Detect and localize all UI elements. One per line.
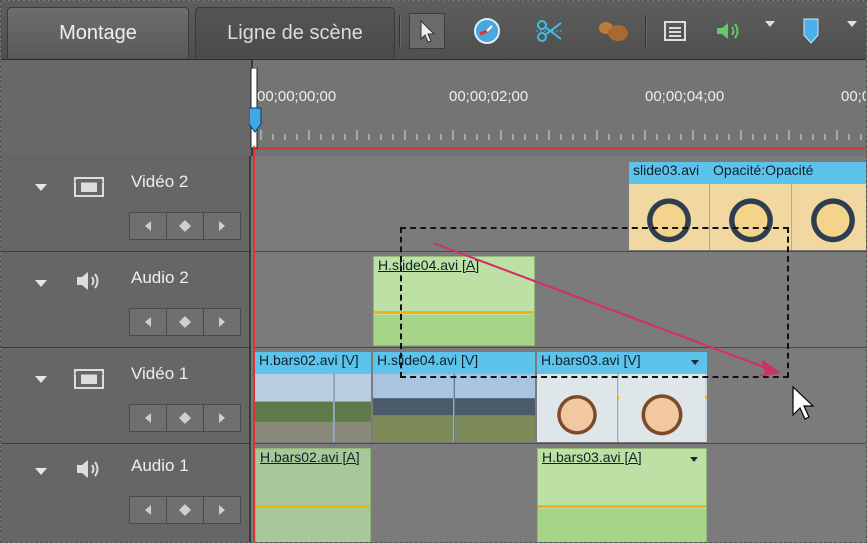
track-name: Vidéo 1: [131, 364, 189, 383]
clip-name: H.bars03.avi [A]: [538, 449, 706, 471]
add-keyframe-button[interactable]: [167, 404, 204, 432]
track-name: Audio 2: [131, 268, 189, 287]
smart-mix-icon[interactable]: [595, 13, 631, 49]
add-keyframe-button[interactable]: [167, 308, 204, 336]
collapse-track-icon[interactable]: [35, 280, 47, 287]
clip-bars02-video[interactable]: H.bars02.avi [V]: [255, 352, 371, 442]
marker-dropdown-icon[interactable]: [847, 21, 857, 27]
tab-montage[interactable]: Montage: [7, 7, 189, 58]
track-header-audio-2: Audio 2: [1, 252, 251, 348]
time-stretch-icon[interactable]: [469, 13, 505, 49]
track-header-video-2: Vidéo 2: [1, 156, 251, 252]
previous-keyframe-button[interactable]: [129, 404, 167, 432]
waveform-area: [538, 509, 706, 542]
clip-menu-icon[interactable]: [690, 457, 698, 462]
panel-header: Montage Ligne de scène: [1, 1, 866, 60]
next-keyframe-button[interactable]: [204, 496, 241, 524]
clip-bars02-audio[interactable]: H.bars02.avi [A]: [255, 448, 371, 542]
properties-icon[interactable]: [657, 13, 693, 49]
next-keyframe-button[interactable]: [204, 212, 241, 240]
clip-label-container: slide03.avi Opacité:Opacité: [629, 162, 866, 184]
toolbar-separator: [399, 15, 401, 47]
marker-icon[interactable]: [793, 13, 829, 49]
timecode-label: 00;00;02;00: [449, 88, 529, 105]
clip-name: H.bars02.avi [V]: [255, 352, 371, 374]
volume-line[interactable]: [538, 505, 706, 508]
timeline-panel: Montage Ligne de scène 00;00;00;00 00;00…: [0, 0, 867, 543]
marquee-selection: [400, 227, 789, 378]
keyframe-controls: [129, 496, 241, 524]
collapse-track-icon[interactable]: [35, 184, 47, 191]
clip-thumbnail: [455, 374, 535, 442]
work-area-bar[interactable]: [253, 147, 866, 150]
next-keyframe-button[interactable]: [204, 404, 241, 432]
clip-name: slide03.avi: [633, 162, 700, 178]
collapse-track-icon[interactable]: [35, 468, 47, 475]
clip-thumbnail: [335, 374, 371, 442]
clip-thumbnail: [619, 374, 705, 442]
audio-dropdown-icon[interactable]: [765, 21, 775, 27]
film-icon: [74, 369, 104, 389]
track-header-audio-1: Audio 1: [1, 444, 251, 542]
speaker-icon: [77, 460, 99, 478]
track-header-video-1: Vidéo 1: [1, 348, 251, 444]
ruler-header-spacer: [1, 60, 253, 156]
timecode-label: 00;00: [841, 88, 866, 105]
clip-effect-label: Opacité:Opacité: [713, 162, 814, 178]
clip-thumbnail: [537, 374, 618, 442]
add-keyframe-button[interactable]: [167, 212, 204, 240]
audio-icon[interactable]: [711, 13, 747, 49]
previous-keyframe-button[interactable]: [129, 308, 167, 336]
keyframe-controls: [129, 404, 241, 432]
timecode-label: 00;00;00;00: [257, 88, 337, 105]
film-icon: [74, 177, 104, 197]
toolbar-separator: [645, 15, 647, 47]
collapse-track-icon[interactable]: [35, 376, 47, 383]
current-time-indicator[interactable]: [249, 68, 265, 150]
volume-line[interactable]: [256, 505, 370, 508]
track-lane-audio-1[interactable]: H.bars02.avi [A] H.bars03.avi [A]: [253, 444, 866, 542]
clip-bars03-audio[interactable]: H.bars03.avi [A]: [537, 448, 707, 542]
ruler-ticks: [260, 130, 862, 140]
split-icon[interactable]: [531, 13, 567, 49]
current-time-line: [253, 146, 255, 542]
clip-thumbnail: [373, 374, 454, 442]
keyframe-controls: [129, 212, 241, 240]
tab-scene-line[interactable]: Ligne de scène: [195, 7, 395, 58]
clip-thumbnail: [255, 374, 334, 442]
previous-keyframe-button[interactable]: [129, 212, 167, 240]
timecode-label: 00;00;04;00: [645, 88, 725, 105]
clip-name: H.bars02.avi [A]: [256, 449, 370, 471]
track-name: Audio 1: [131, 456, 189, 475]
add-keyframe-button[interactable]: [167, 496, 204, 524]
speaker-icon: [77, 272, 99, 290]
next-keyframe-button[interactable]: [204, 308, 241, 336]
time-ruler[interactable]: 00;00;00;00 00;00;02;00 00;00;04;00 00;0…: [249, 60, 866, 156]
selection-tool-icon[interactable]: [409, 13, 445, 49]
track-name: Vidéo 2: [131, 172, 189, 191]
keyframe-controls: [129, 308, 241, 336]
previous-keyframe-button[interactable]: [129, 496, 167, 524]
clip-thumbnail: [793, 184, 866, 250]
